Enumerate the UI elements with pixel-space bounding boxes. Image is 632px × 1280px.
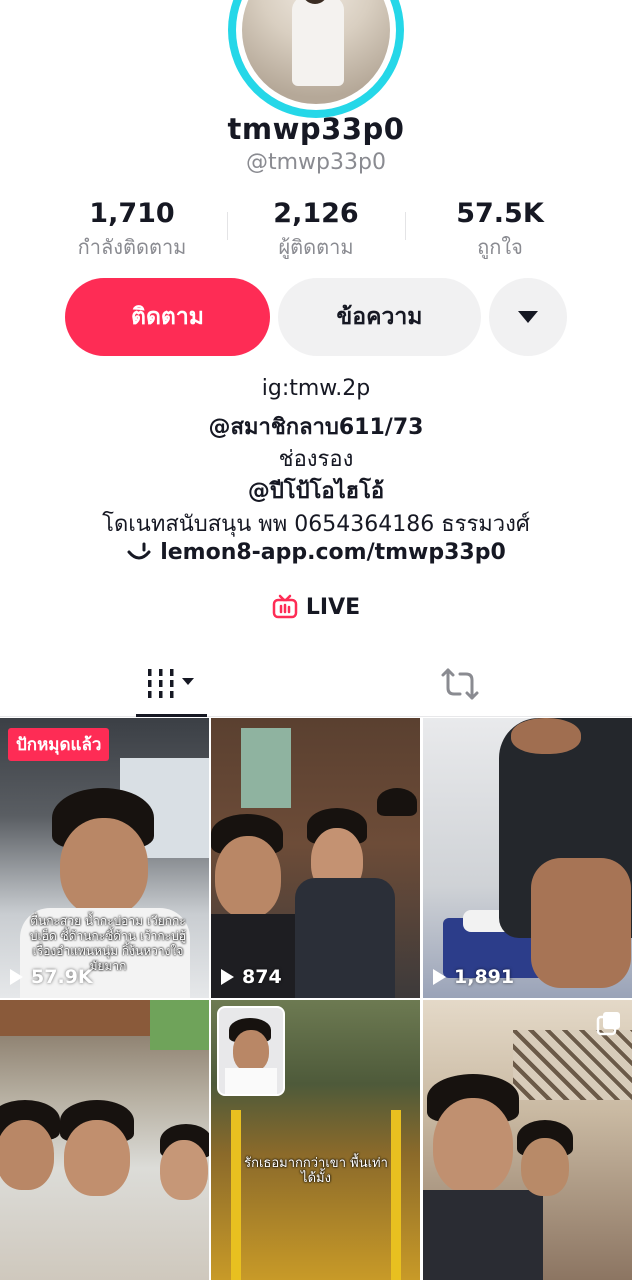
bio-line: โดเนทสนับสนุน พพ 0654364186 ธรรมวงศ์ [102,512,530,537]
thumbnail-figure [60,818,148,916]
thumbnail-figure [215,836,281,918]
grid-videos-icon [148,669,194,698]
view-count: 1,891 [433,966,514,988]
stat-following-label: กำลังติดตาม [77,235,187,259]
message-button[interactable]: ข้อความ [278,278,481,356]
more-options-button[interactable] [489,278,567,356]
video-thumbnail[interactable]: ปักหมุดแล้ว ตื่นกะสวย น้ำกะบ่อาม เวียกกะ… [0,718,209,998]
view-count: 57.9K [10,966,93,988]
video-thumbnail[interactable]: 874 [211,718,420,998]
multi-photo-icon [596,1012,620,1036]
thumbnail-figure [295,878,395,998]
bio-line: ช่องรอง [278,447,354,472]
stat-followers-value: 2,126 [273,198,359,229]
thumbnail-figure [377,788,417,816]
thumbnail-figure [521,1138,569,1196]
stat-likes-label: ถูกใจ [477,235,523,259]
stat-divider [227,212,228,240]
pinned-badge: ปักหมุดแล้ว [8,728,110,761]
video-caption: ตื่นกะสวย น้ำกะบ่อาม เวียกกะบ่เฮ็ด ซี้ด้… [29,914,187,973]
view-count-value: 57.9K [31,966,93,988]
video-thumbnail[interactable]: 1,891 [423,718,632,998]
video-thumbnail[interactable]: รักเธอมากกว่าเขา พื้นเท่าได้มั้ง [211,1000,420,1280]
stat-following[interactable]: 1,710 กำลังติดตาม [40,198,224,263]
thumbnail-figure [64,1120,130,1196]
live-tv-icon [272,594,298,619]
video-caption: รักเธอมากกว่าเขา พื้นเท่าได้มั้ง [244,1156,388,1186]
stat-followers-label: ผู้ติดตาม [278,235,354,259]
thumbnail-figure [511,718,581,754]
window [241,728,291,808]
profile-stats: 1,710 กำลังติดตาม 2,126 ผู้ติดตาม 57.5K … [40,198,592,263]
duet-inset [217,1006,285,1096]
thumbnail-figure [160,1140,208,1200]
display-name: tmwp33p0 [227,112,405,146]
username-handle: @tmwp33p0 [246,150,386,175]
thumbnail-figure [0,1120,54,1190]
content-tabs [0,652,632,717]
lemon8-icon [127,542,151,559]
stat-likes[interactable]: 57.5K ถูกใจ [408,198,592,263]
stat-divider [405,212,406,240]
tab-reposts[interactable] [302,652,618,716]
bio-mention-link[interactable]: @สมาชิกลาบ611/73 [0,409,632,444]
caret-down-icon [518,311,538,323]
bio-mention-link[interactable]: @ปีโป้โอไฮโอ้ [0,473,632,508]
play-icon [10,969,23,985]
avatar-figure [292,0,344,86]
stat-likes-value: 57.5K [456,198,544,229]
avatar-photo [242,0,390,104]
follow-button[interactable]: ติดตาม [65,278,270,356]
stat-followers[interactable]: 2,126 ผู้ติดตาม [224,198,408,263]
avatar-frame [236,0,396,110]
view-count-value: 874 [242,966,282,988]
tree [150,1000,209,1050]
stat-following-value: 1,710 [89,198,175,229]
sign-frame [231,1110,401,1280]
lattice-wall [513,1030,632,1100]
bio-line: ig:tmw.2p [261,376,371,401]
view-count: 874 [221,966,282,988]
repost-icon [441,668,479,700]
active-tab-indicator [136,714,207,717]
profile-link-text: lemon8-app.com/tmwp33p0 [160,540,506,565]
thumbnail-figure [531,858,631,988]
live-label: LIVE [305,594,361,620]
view-count-value: 1,891 [454,966,515,988]
profile-link[interactable]: lemon8-app.com/tmwp33p0 [0,540,632,565]
tab-videos[interactable] [15,652,331,716]
thumbnail-figure [233,1030,269,1072]
live-button[interactable]: LIVE [0,594,632,620]
play-icon [221,969,234,985]
thumbnail-figure [433,1098,513,1194]
avatar[interactable] [228,0,404,118]
video-thumbnail[interactable] [0,1000,209,1280]
thumbnail-figure [423,1190,543,1280]
play-icon [433,969,446,985]
thumbnail-figure [225,1068,277,1094]
video-thumbnail[interactable] [423,1000,632,1280]
